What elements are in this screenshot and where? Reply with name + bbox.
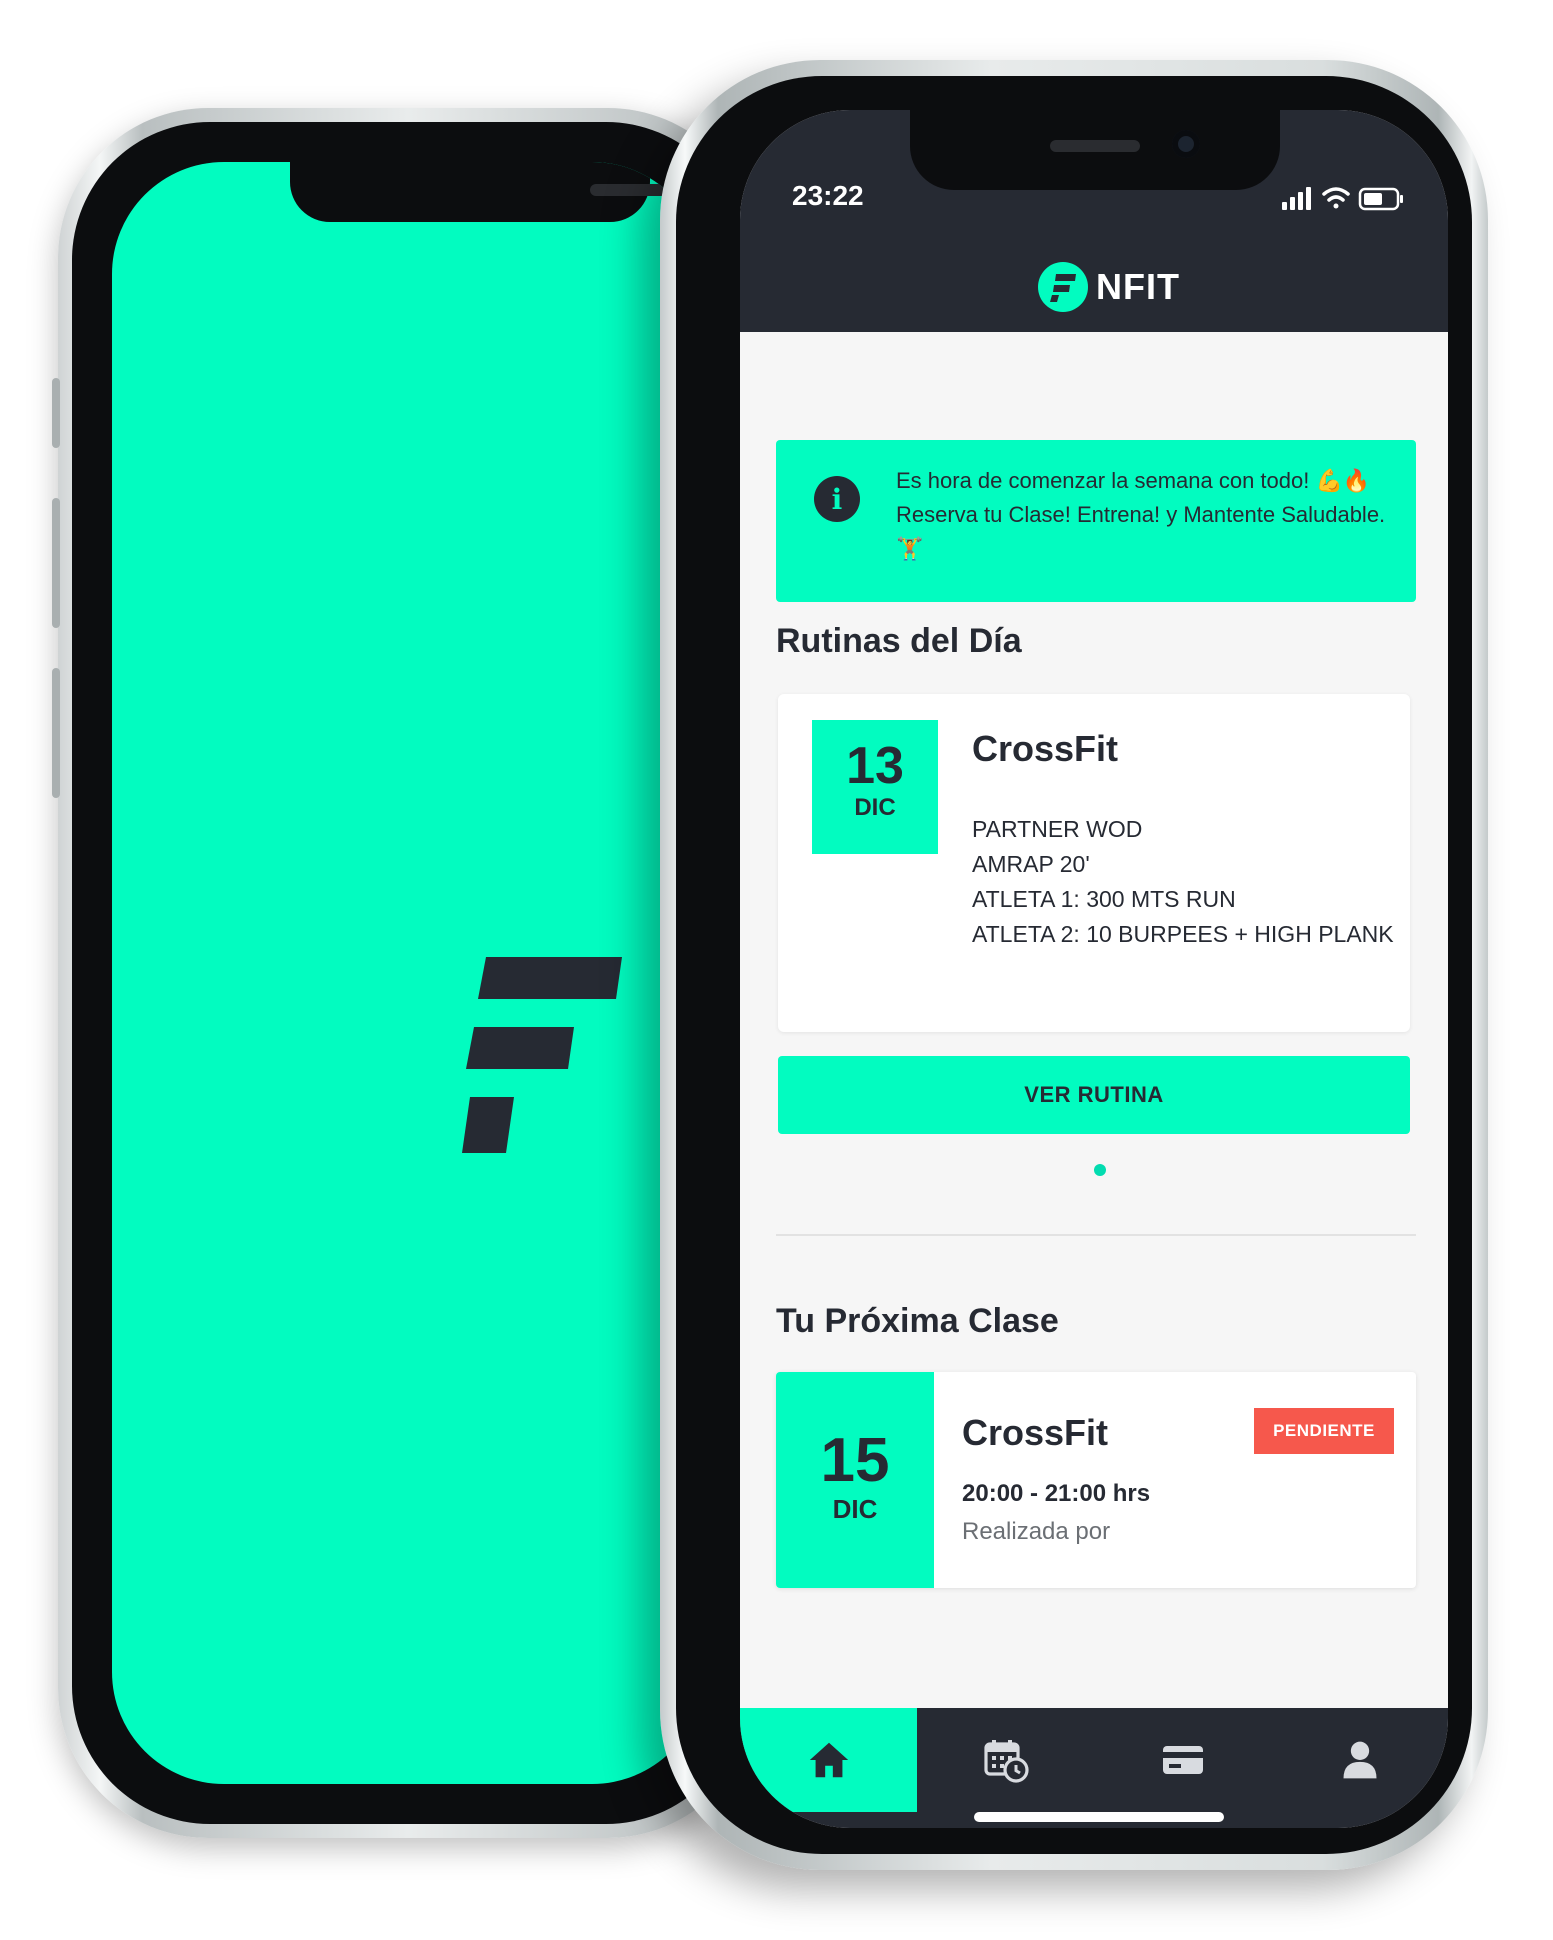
routine-date: 13 DIC xyxy=(812,720,938,854)
back-phone-bezel xyxy=(72,122,744,1824)
silent-switch xyxy=(52,378,60,448)
camera-icon xyxy=(1172,130,1200,158)
back-phone xyxy=(52,108,758,1838)
brand: NFIT xyxy=(1038,260,1180,314)
nav-home[interactable] xyxy=(740,1708,917,1812)
routine-month: DIC xyxy=(854,794,896,821)
ver-rutina-button[interactable]: VER RUTINA xyxy=(778,1056,1410,1134)
nav-profile[interactable] xyxy=(1271,1708,1448,1812)
home-icon xyxy=(809,1742,848,1778)
battery-icon xyxy=(1358,187,1403,211)
notch xyxy=(290,162,704,222)
splash-screen xyxy=(112,162,704,1784)
user-icon xyxy=(1343,1741,1376,1779)
status-badge: PENDIENTE xyxy=(1254,1408,1394,1454)
front-phone: 23:22 NFIT i Es hora de comenzar la sema… xyxy=(660,60,1488,1870)
home-indicator[interactable] xyxy=(974,1812,1224,1822)
alert-line-1: Es hora de comenzar la semana con todo! … xyxy=(896,468,1371,493)
class-name: CrossFit xyxy=(962,1412,1109,1453)
alert-message: Es hora de comenzar la semana con todo! … xyxy=(896,464,1386,566)
credit-card-icon xyxy=(1162,1746,1203,1774)
routine-card[interactable]: 13 DIC CrossFit PARTNER WOD AMRAP 20' AT… xyxy=(778,694,1410,1032)
class-instructor: Realizada por xyxy=(962,1518,1111,1545)
alert-line-3: 🏋 xyxy=(896,536,924,561)
main-content: i Es hora de comenzar la semana con todo… xyxy=(740,332,1448,1682)
status-icons xyxy=(1282,187,1403,211)
wifi-icon xyxy=(1322,187,1350,209)
routine-line: ATLETA 2: 10 BURPEES + HIGH PLANK xyxy=(972,921,1394,947)
carousel-indicator[interactable] xyxy=(1094,1164,1106,1176)
volume-down-button xyxy=(52,668,60,798)
speaker xyxy=(1050,140,1140,152)
next-class-card[interactable]: 15 DIC CrossFit PENDIENTE 20:00 - 21:00 … xyxy=(776,1372,1416,1588)
alert-line-2: Reserva tu Clase! Entrena! y Mantente Sa… xyxy=(896,502,1386,527)
class-day: 15 xyxy=(820,1426,890,1495)
bottom-nav xyxy=(740,1708,1448,1828)
nfit-logo-icon xyxy=(462,957,622,1153)
notch xyxy=(910,110,1280,190)
routine-line: PARTNER WOD xyxy=(972,816,1143,842)
routine-details: PARTNER WOD AMRAP 20' ATLETA 1: 300 MTS … xyxy=(972,812,1394,952)
next-class-title: Tu Próxima Clase xyxy=(776,1302,1059,1340)
info-alert: i Es hora de comenzar la semana con todo… xyxy=(776,440,1416,602)
signal-icon xyxy=(1282,187,1311,210)
app-header: 23:22 NFIT xyxy=(740,110,1448,332)
info-icon: i xyxy=(814,476,860,522)
routine-line: ATLETA 1: 300 MTS RUN xyxy=(972,886,1236,912)
class-date: 15 DIC xyxy=(776,1372,934,1588)
routines-title: Rutinas del Día xyxy=(776,622,1022,660)
brand-logo-icon xyxy=(1038,262,1088,312)
nav-payments[interactable] xyxy=(1094,1708,1271,1812)
class-hours: 20:00 - 21:00 hrs xyxy=(962,1480,1151,1507)
calendar-clock-icon xyxy=(983,1740,1029,1783)
class-month: DIC xyxy=(832,1494,878,1524)
app-screen: 23:22 NFIT i Es hora de comenzar la sema… xyxy=(740,110,1448,1828)
volume-up-button xyxy=(52,498,60,628)
brand-name: NFIT xyxy=(1096,266,1180,307)
routine-name: CrossFit xyxy=(972,728,1119,769)
nav-schedule[interactable] xyxy=(917,1708,1094,1812)
routine-line: AMRAP 20' xyxy=(972,851,1090,877)
divider xyxy=(776,1234,1416,1236)
status-time: 23:22 xyxy=(792,180,864,211)
routine-day: 13 xyxy=(846,737,904,795)
